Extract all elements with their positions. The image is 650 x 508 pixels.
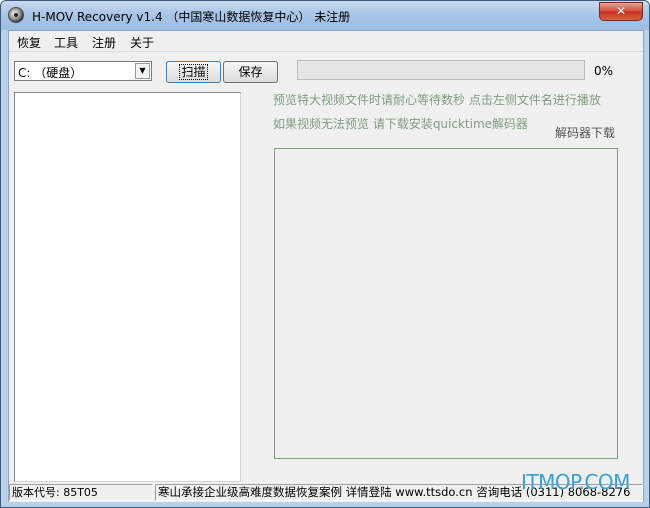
menu-divider: [9, 51, 643, 52]
quicktime-hint-text: 如果视频无法预览 请下载安装quicktime解码器: [273, 117, 529, 131]
file-list[interactable]: [14, 92, 241, 482]
menu-tools[interactable]: 工具: [54, 34, 78, 51]
scan-button[interactable]: 扫描: [166, 61, 221, 83]
video-preview-panel[interactable]: [274, 148, 618, 459]
drive-select[interactable]: C: （硬盘） ▼: [14, 61, 152, 81]
close-button[interactable]: ✕: [599, 2, 643, 21]
save-button[interactable]: 保存: [223, 61, 278, 83]
version-status: 版本代号: 85T05: [9, 484, 153, 501]
client-area: 恢复 工具 注册 关于 C: （硬盘） ▼ 扫描 保存 0% 预览特大视频文件时…: [8, 30, 644, 502]
progress-percent: 0%: [594, 64, 614, 78]
menu-about[interactable]: 关于: [130, 34, 154, 51]
menu-register[interactable]: 注册: [92, 34, 116, 51]
progress-bar: [297, 60, 585, 80]
app-window: H-MOV Recovery v1.4 （中国寒山数据恢复中心） 未注册 ✕ 恢…: [0, 0, 650, 508]
scan-button-label: 扫描: [179, 64, 208, 80]
drive-select-value: C: （硬盘）: [18, 66, 83, 80]
decoder-download-link[interactable]: 解码器下载: [555, 124, 615, 141]
title-bar[interactable]: H-MOV Recovery v1.4 （中国寒山数据恢复中心） 未注册 ✕: [1, 1, 649, 30]
menu-bar: 恢复 工具 注册 关于: [9, 31, 643, 51]
app-icon[interactable]: [8, 7, 24, 23]
menu-recover[interactable]: 恢复: [17, 34, 41, 51]
watermark-logo: ITMOP.COM: [521, 470, 630, 494]
window-title: H-MOV Recovery v1.4 （中国寒山数据恢复中心） 未注册: [32, 10, 351, 24]
preview-hint-text: 预览特大视频文件时请耐心等待数秒 点击左侧文件名进行播放: [273, 93, 601, 107]
chevron-down-icon[interactable]: ▼: [135, 63, 150, 79]
